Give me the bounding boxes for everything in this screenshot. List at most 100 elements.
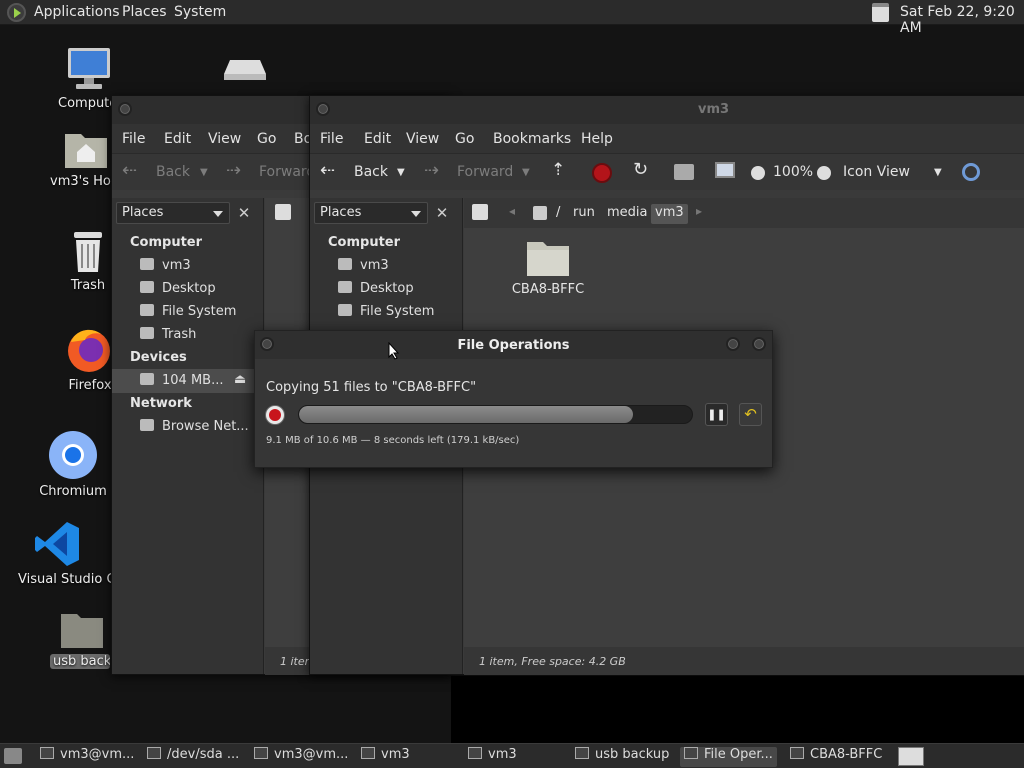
desktop-icon-usb-backup[interactable]: usb backup xyxy=(50,608,114,669)
menu-help[interactable]: Help xyxy=(581,131,613,147)
sidebar-item-file-system[interactable]: File System xyxy=(140,304,236,319)
pause-button[interactable]: ❚❚ xyxy=(705,403,728,426)
taskbar-item-terminal-2[interactable]: vm3@vm... xyxy=(254,747,348,767)
chevron-down-icon[interactable]: ▼ xyxy=(200,167,208,178)
window-menu-button[interactable] xyxy=(118,102,132,116)
view-mode-chevron-icon[interactable]: ▼ xyxy=(934,167,942,178)
file-operations-dialog[interactable]: File Operations Copying 51 files to "CBA… xyxy=(254,330,773,468)
window-menu-button[interactable] xyxy=(316,102,330,116)
forward-arrow-icon[interactable]: ⇢ xyxy=(226,160,241,181)
window-title: vm3 xyxy=(698,102,730,117)
sidebar-heading-computer: Computer xyxy=(328,235,401,250)
edit-location-icon[interactable] xyxy=(275,204,291,220)
desktop-icon-vscode[interactable]: Visual Studio Code xyxy=(14,520,114,587)
menu-go[interactable]: Go xyxy=(455,131,474,147)
close-button[interactable] xyxy=(752,337,766,351)
crumb-media[interactable]: media xyxy=(603,204,652,224)
taskbar-item-vm3-1[interactable]: vm3 xyxy=(361,747,410,767)
back-button[interactable]: Back xyxy=(354,164,388,180)
sidebar-item-browse-network[interactable]: Browse Net... xyxy=(140,419,249,434)
system-menu[interactable]: System xyxy=(174,4,226,20)
places-combo[interactable]: Places xyxy=(314,202,428,224)
window-titlebar[interactable]: vm3 xyxy=(310,96,1024,124)
forward-button[interactable]: Forward xyxy=(457,164,513,180)
crumb-run[interactable]: run xyxy=(569,204,599,224)
view-mode-select[interactable]: Icon View xyxy=(843,164,910,180)
menu-view[interactable]: View xyxy=(406,131,439,147)
stop-icon[interactable] xyxy=(592,163,612,183)
menu-file[interactable]: File xyxy=(122,131,145,147)
zoom-out-icon[interactable] xyxy=(751,166,765,180)
clock[interactable]: Sat Feb 22, 9:20 AM xyxy=(900,4,1024,36)
back-history-chevron-icon[interactable]: ▼ xyxy=(397,167,405,178)
workspace-switcher[interactable] xyxy=(898,747,924,766)
close-sidebar-icon[interactable]: ✕ xyxy=(234,203,254,223)
menu-view[interactable]: View xyxy=(208,131,241,147)
taskbar-item-file-operations[interactable]: File Oper... xyxy=(680,747,777,767)
forward-arrow-icon[interactable]: ⇢ xyxy=(424,160,439,181)
menu-edit[interactable]: Edit xyxy=(364,131,391,147)
home-icon[interactable] xyxy=(674,164,694,180)
places-menu[interactable]: Places xyxy=(122,4,167,20)
taskbar-item-cba8-bffc[interactable]: CBA8-BFFC xyxy=(790,747,882,767)
forward-history-chevron-icon[interactable]: ▼ xyxy=(522,167,530,178)
sidebar-item-file-system[interactable]: File System xyxy=(338,304,434,319)
menubar: File Edit View Go Bookmarks Help xyxy=(310,124,1024,154)
taskbar-item-terminal-1[interactable]: vm3@vm... xyxy=(40,747,134,767)
distro-logo-icon[interactable] xyxy=(7,3,26,22)
eject-icon[interactable]: ⏏ xyxy=(234,372,246,387)
desktop-icon-trash[interactable]: Trash xyxy=(58,228,118,293)
sidebar-item-vm3[interactable]: vm3 xyxy=(338,258,389,273)
close-sidebar-icon[interactable]: ✕ xyxy=(432,203,452,223)
calendar-icon[interactable] xyxy=(872,3,889,22)
sidebar-heading-network: Network xyxy=(130,396,192,411)
chromium-icon xyxy=(49,431,97,479)
crumb-right-arrow-icon[interactable]: ▸ xyxy=(696,204,702,218)
taskbar-item-usb-backup[interactable]: usb backup xyxy=(575,747,669,767)
sidebar-item-desktop[interactable]: Desktop xyxy=(140,281,216,296)
desktop-icon-label: Trash xyxy=(70,278,106,293)
places-combo[interactable]: Places xyxy=(116,202,230,224)
cancel-copy-button[interactable] xyxy=(265,405,285,425)
drive-icon[interactable] xyxy=(533,206,547,220)
zoom-in-icon[interactable] xyxy=(817,166,831,180)
search-icon[interactable] xyxy=(962,163,980,181)
taskbar-item-dev-sda[interactable]: /dev/sda ... xyxy=(147,747,239,767)
back-arrow-icon[interactable]: ⇠ xyxy=(122,160,137,181)
desktop-icon-label: Visual Studio Code xyxy=(18,572,114,587)
crumb-left-arrow-icon[interactable]: ◂ xyxy=(509,204,515,218)
back-arrow-icon[interactable]: ⇠ xyxy=(320,160,335,181)
menu-bookmarks[interactable]: Bookmarks xyxy=(493,131,571,147)
dialog-titlebar[interactable]: File Operations xyxy=(255,331,772,359)
menu-edit[interactable]: Edit xyxy=(164,131,191,147)
crumb-root[interactable]: / xyxy=(552,204,564,224)
reload-icon[interactable]: ↻ xyxy=(633,159,648,180)
back-button[interactable]: Back xyxy=(156,164,190,180)
up-arrow-icon[interactable]: ⇡ xyxy=(551,160,565,180)
sidebar-item-trash[interactable]: Trash xyxy=(140,327,196,342)
sidebar-item-vm3[interactable]: vm3 xyxy=(140,258,191,273)
menu-file[interactable]: File xyxy=(320,131,343,147)
menu-go[interactable]: Go xyxy=(257,131,276,147)
sidebar-item-desktop[interactable]: Desktop xyxy=(338,281,414,296)
crumb-vm3[interactable]: vm3 xyxy=(651,204,688,224)
desktop-icon-drive[interactable] xyxy=(220,58,270,88)
computer-icon[interactable] xyxy=(715,162,735,178)
edit-location-icon[interactable] xyxy=(472,204,488,220)
file-item[interactable]: CBA8-BFFC xyxy=(502,238,594,297)
show-desktop-icon[interactable] xyxy=(4,748,22,764)
undo-icon[interactable]: ↶ xyxy=(739,403,762,426)
file-operations-icon xyxy=(684,747,698,759)
forward-button[interactable]: Forward xyxy=(259,164,315,180)
places-combo-label: Places xyxy=(122,205,164,220)
trash-icon xyxy=(74,232,102,272)
applications-menu[interactable]: Applications xyxy=(34,4,120,20)
home-folder-icon xyxy=(65,134,107,168)
toolbar: ⇠ Back ▼ ⇢ Forward ▼ ⇡ ↻ 100% Icon View … xyxy=(310,154,1024,190)
sidebar-item-device[interactable]: 104 MB... ⏏ xyxy=(112,369,262,393)
desktop-icon xyxy=(338,281,352,293)
taskbar-item-vm3-2[interactable]: vm3 xyxy=(468,747,517,767)
desktop-icon-chromium[interactable]: Chromium xyxy=(38,430,108,499)
desktop-icon-label: Firefox xyxy=(68,378,112,393)
minimize-button[interactable] xyxy=(726,337,740,351)
